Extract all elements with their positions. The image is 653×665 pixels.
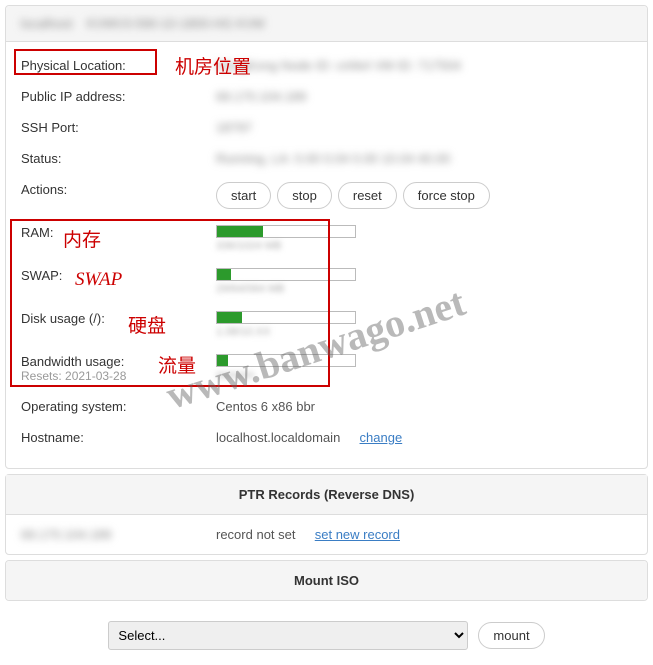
disk-progress [216, 311, 356, 324]
ssh-port-label: SSH Port: [21, 120, 216, 135]
status-value: Running, LA: 0.00 0.04 0.00 10.04 40.00 [216, 151, 450, 166]
ram-label: RAM: [21, 225, 216, 240]
iso-select[interactable]: Select... [108, 621, 468, 650]
physical-location-value: HongKong Node ID: cnhk4 VM ID: 717504 [216, 58, 461, 73]
disk-label: Disk usage (/): [21, 311, 216, 326]
os-label: Operating system: [21, 399, 216, 414]
mount-button[interactable]: mount [478, 622, 544, 649]
ptr-header: PTR Records (Reverse DNS) [6, 475, 647, 515]
actions-label: Actions: [21, 182, 216, 197]
swap-label: SWAP: [21, 268, 216, 283]
reset-button[interactable]: reset [338, 182, 397, 209]
hostname-label: Hostname: [21, 430, 216, 445]
swap-text: 29/64/064 MB [216, 283, 356, 295]
status-label: Status: [21, 151, 216, 166]
ram-progress [216, 225, 356, 238]
bandwidth-label: Bandwidth usage: [21, 354, 216, 369]
change-hostname-link[interactable]: change [360, 430, 403, 445]
ptr-not-set: record not set [216, 527, 296, 542]
resets-label: Resets: 2021-03-28 [21, 369, 216, 383]
public-ip-label: Public IP address: [21, 89, 216, 104]
iso-header: Mount ISO [6, 561, 647, 600]
stop-button[interactable]: stop [277, 182, 332, 209]
set-ptr-link[interactable]: set new record [315, 527, 400, 542]
bandwidth-progress [216, 354, 356, 367]
physical-location-label: Physical Location: [21, 58, 216, 73]
hostname-value: localhost.localdomain [216, 430, 340, 445]
start-button[interactable]: start [216, 182, 271, 209]
ram-text: 336/1024 MB [216, 240, 356, 252]
public-ip-value: 69.170.104.189 [216, 89, 306, 104]
header-id: KVMV3-590-10-1800-HG KVM [87, 16, 265, 31]
ptr-ip: 69.170.104.189 [21, 527, 111, 542]
bandwidth-text: xxxxxxx [216, 369, 356, 381]
disk-text: 1.08/10.XX [216, 326, 356, 338]
ssh-port-value: 18797 [216, 120, 252, 135]
header-hostname: localhost [21, 16, 72, 31]
force-stop-button[interactable]: force stop [403, 182, 490, 209]
swap-progress [216, 268, 356, 281]
os-value: Centos 6 x86 bbr [216, 399, 315, 414]
vps-header: localhost KVMV3-590-10-1800-HG KVM [6, 6, 647, 42]
